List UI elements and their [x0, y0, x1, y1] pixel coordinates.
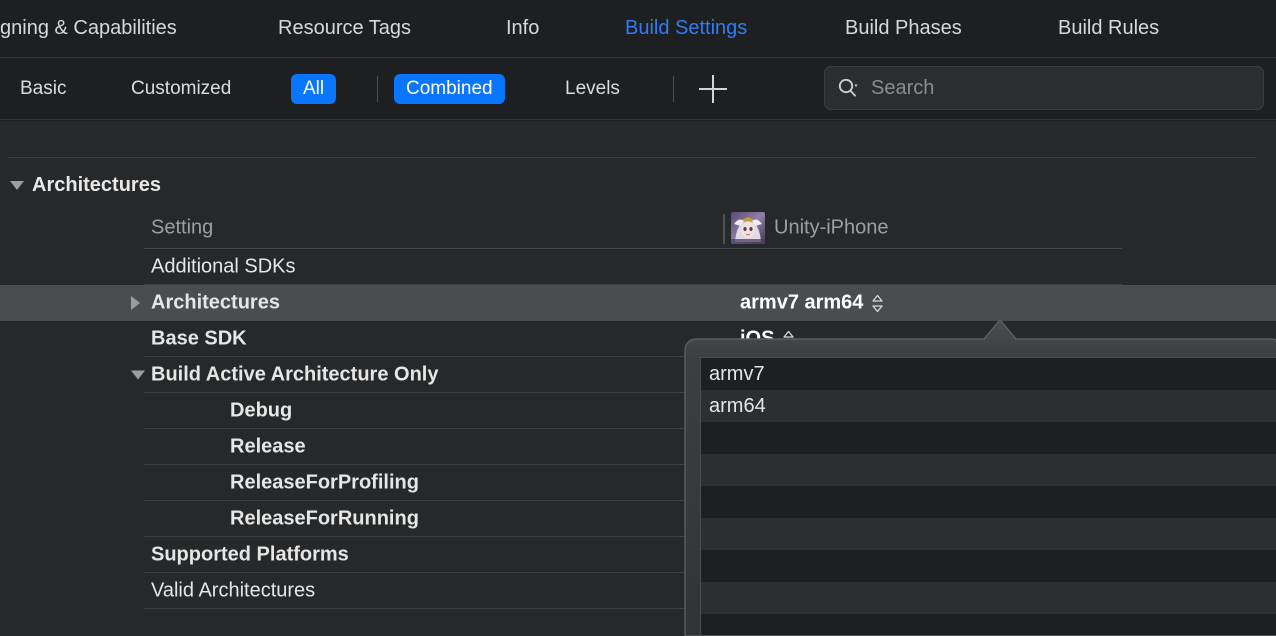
settings-row-label: Debug — [230, 400, 292, 423]
settings-row[interactable]: Base SDK iOS — [0, 321, 1276, 357]
column-header-target: Unity-iPhone — [774, 217, 889, 240]
table-top-divider — [8, 157, 1256, 158]
filter-customized[interactable]: Customized — [119, 74, 243, 104]
popover-list-item[interactable]: arm64 — [701, 390, 1276, 422]
settings-group-architectures[interactable]: Architectures — [0, 167, 1276, 203]
tab-build-rules[interactable]: Build Rules — [1058, 17, 1159, 40]
popover-list-item[interactable] — [701, 614, 1276, 636]
toolbar-divider-2 — [673, 76, 674, 102]
settings-row-label: Additional SDKs — [151, 256, 296, 279]
architectures-popover: armv7arm64 — [684, 319, 1276, 636]
tab-gning-capabilities[interactable]: gning & Capabilities — [0, 17, 177, 40]
settings-row-label: Architectures — [151, 292, 280, 315]
popover-list-item[interactable] — [701, 454, 1276, 486]
column-header-setting: Setting — [151, 217, 213, 240]
plus-icon[interactable] — [696, 72, 730, 106]
filter-all[interactable]: All — [291, 74, 336, 104]
popover-list-item[interactable] — [701, 582, 1276, 614]
toolbar-divider-1 — [377, 76, 378, 102]
project-editor-tabbar: gning & Capabilities Resource Tags Info Bui… — [0, 0, 1276, 58]
architectures-list[interactable]: armv7arm64 — [700, 357, 1276, 636]
popover-list-item[interactable] — [701, 550, 1276, 582]
search-icon[interactable] — [837, 77, 861, 99]
settings-group-label: Architectures — [32, 174, 161, 197]
popover-list-item[interactable]: armv7 — [701, 358, 1276, 390]
settings-row-label: Build Active Architecture Only — [151, 364, 438, 387]
table-column-header: Setting — [0, 207, 1276, 249]
settings-row-label: Release — [230, 436, 306, 459]
settings-row-label: Supported Platforms — [151, 544, 349, 567]
filter-levels[interactable]: Levels — [553, 74, 632, 104]
search-placeholder: Search — [871, 77, 934, 100]
chevron-down-icon[interactable] — [10, 181, 24, 190]
tab-resource-tags[interactable]: Resource Tags — [278, 17, 411, 40]
settings-row[interactable]: Additional SDKs — [0, 249, 1276, 285]
stepper-icon[interactable] — [782, 329, 795, 349]
tab-build-phases[interactable]: Build Phases — [845, 17, 962, 40]
popover-list-item[interactable] — [701, 422, 1276, 454]
settings-row-label: ReleaseForRunning — [230, 508, 419, 531]
settings-row-label: ReleaseForProfiling — [230, 472, 419, 495]
stepper-icon[interactable] — [871, 293, 884, 313]
settings-row-value[interactable]: iOS — [740, 328, 795, 351]
settings-row-label: Base SDK — [151, 328, 247, 351]
xcode-build-settings-pane: gning & Capabilities Resource Tags Info Bui… — [0, 0, 1276, 636]
search-input[interactable]: Search — [824, 66, 1264, 110]
filter-combined[interactable]: Combined — [394, 74, 505, 104]
app-icon — [731, 212, 765, 244]
settings-row[interactable]: Architectures armv7 arm64 — [0, 285, 1276, 321]
settings-row-label: Valid Architectures — [151, 580, 315, 603]
popover-list-item[interactable] — [701, 518, 1276, 550]
tab-info[interactable]: Info — [506, 17, 539, 40]
filter-basic[interactable]: Basic — [8, 74, 78, 104]
chevron-down-icon[interactable] — [131, 371, 145, 380]
chevron-right-icon[interactable] — [131, 296, 140, 310]
settings-row-value[interactable]: armv7 arm64 — [740, 292, 884, 315]
tab-build-settings[interactable]: Build Settings — [625, 17, 747, 40]
popover-list-item[interactable] — [701, 486, 1276, 518]
settings-row-value-text: armv7 arm64 — [740, 292, 863, 315]
settings-row-value-text: iOS — [740, 328, 774, 351]
column-divider — [723, 214, 725, 244]
